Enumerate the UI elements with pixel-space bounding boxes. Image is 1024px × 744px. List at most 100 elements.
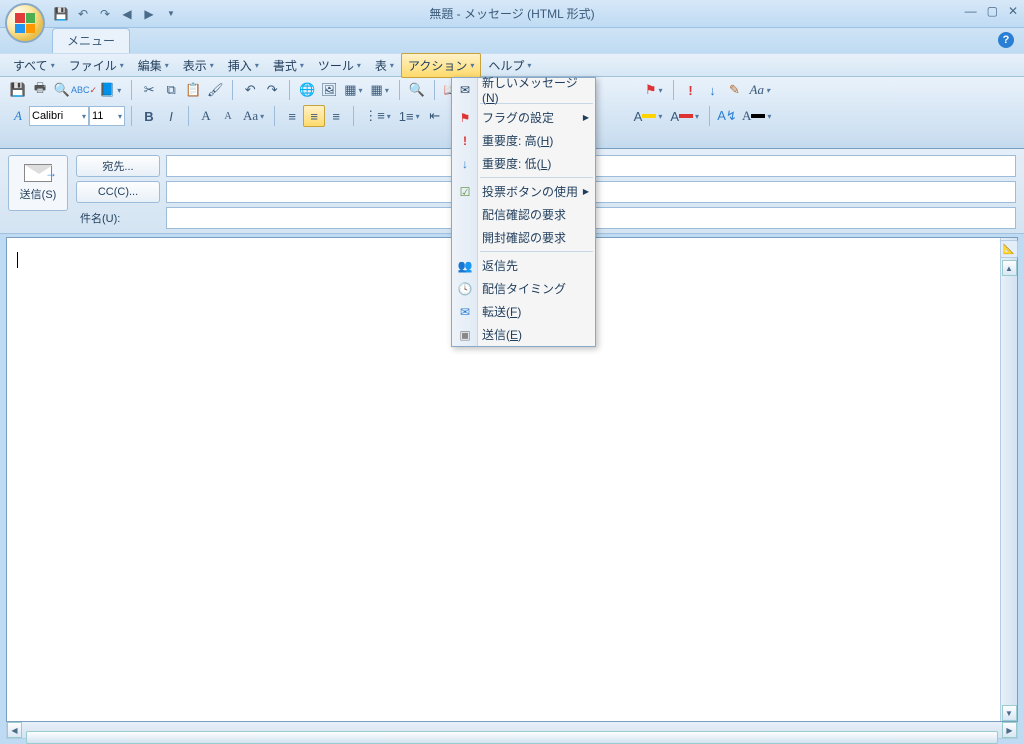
dropdown-item-label: 投票ボタンの使用 bbox=[482, 183, 578, 200]
next-icon[interactable]: ▶ bbox=[140, 5, 158, 23]
window-controls: — ▢ ✕ bbox=[965, 4, 1018, 18]
to-button[interactable]: 宛先... bbox=[76, 155, 160, 177]
scroll-up-arrow[interactable]: ▲ bbox=[1002, 260, 1017, 276]
undo-button[interactable]: ↶ bbox=[239, 79, 261, 101]
bold-button[interactable]: B bbox=[138, 105, 160, 127]
vertical-scrollbar[interactable]: 📐 ▲ ▼ bbox=[1000, 238, 1017, 721]
dropdown-item[interactable]: ⚑フラグの設定 bbox=[452, 106, 595, 129]
text-effects-button[interactable]: A▾ bbox=[738, 105, 775, 127]
menu-表示[interactable]: 表示▾ bbox=[176, 53, 221, 78]
redo-button[interactable]: ↷ bbox=[261, 79, 283, 101]
dropdown-item-icon: ✉ bbox=[456, 81, 474, 99]
dropdown-item[interactable]: 🕓配信タイミング bbox=[452, 277, 595, 300]
numbering-button[interactable]: 1≡▾ bbox=[395, 105, 424, 127]
outdent-button[interactable]: ⇤ bbox=[424, 105, 446, 127]
menu-すべて[interactable]: すべて▾ bbox=[6, 53, 62, 78]
scroll-left-arrow[interactable]: ◀ bbox=[7, 722, 22, 738]
insert-picture-button[interactable]: 🖼 bbox=[318, 79, 340, 101]
menu-挿入[interactable]: 挿入▾ bbox=[221, 53, 266, 78]
font-smallletter-button[interactable]: A bbox=[217, 105, 239, 127]
dropdown-item-label: 配信確認の要求 bbox=[482, 206, 566, 223]
dropdown-item[interactable]: ↓重要度: 低(L) bbox=[452, 152, 595, 175]
insert-hyperlink-button[interactable]: 🌐 bbox=[296, 79, 318, 101]
bullets-button[interactable]: ⋮≡▾ bbox=[360, 105, 395, 127]
dropdown-item-label: 重要度: 高(H) bbox=[482, 132, 553, 149]
importance-high-button[interactable]: ! bbox=[680, 79, 702, 101]
menu-編集[interactable]: 編集▾ bbox=[131, 53, 176, 78]
zoom-button[interactable]: 🔍 bbox=[406, 79, 428, 101]
dropdown-item-label: 返信先 bbox=[482, 257, 518, 274]
italic-button[interactable]: I bbox=[160, 105, 182, 127]
align-right-button[interactable]: ≡ bbox=[325, 105, 347, 127]
dropdown-item-label: 送信(E) bbox=[482, 326, 522, 343]
send-button[interactable]: 送信(S) bbox=[8, 155, 68, 211]
print-button[interactable]: 🖶 bbox=[29, 79, 51, 101]
ribbon-tab-row: メニュー ? bbox=[0, 28, 1024, 53]
office-logo-icon bbox=[15, 13, 35, 33]
scroll-right-arrow[interactable]: ▶ bbox=[1002, 722, 1017, 738]
dropdown-item[interactable]: ☑投票ボタンの使用 bbox=[452, 180, 595, 203]
dropdown-item[interactable]: !重要度: 高(H) bbox=[452, 129, 595, 152]
copy-button[interactable]: ⧉ bbox=[160, 79, 182, 101]
dropdown-item-icon: ▣ bbox=[456, 326, 474, 344]
dropdown-item[interactable]: ✉新しいメッセージ(N) bbox=[452, 78, 595, 101]
dropdown-item[interactable]: 👥 返信先 bbox=[452, 254, 595, 277]
menu-ツール[interactable]: ツール▾ bbox=[311, 53, 368, 78]
font-bigletter-button[interactable]: A bbox=[195, 105, 217, 127]
undo-icon[interactable]: ↶ bbox=[74, 5, 92, 23]
signature-button[interactable]: ✎ bbox=[724, 79, 746, 101]
menu-ファイル[interactable]: ファイル▾ bbox=[62, 53, 131, 78]
insert-table-button[interactable]: ▦▾ bbox=[340, 79, 366, 101]
font-glyph-icon[interactable]: A bbox=[7, 105, 29, 127]
dropdown-item[interactable]: 配信確認の要求 bbox=[452, 203, 595, 226]
close-button[interactable]: ✕ bbox=[1008, 4, 1018, 18]
highlight-color-button[interactable]: A▾ bbox=[630, 105, 667, 127]
align-left-button[interactable]: ≡ bbox=[281, 105, 303, 127]
dropdown-item[interactable]: ✉転送(F) bbox=[452, 300, 595, 323]
help-icon[interactable]: ? bbox=[998, 32, 1014, 48]
font-color-button[interactable]: A▾ bbox=[666, 105, 703, 127]
envelope-icon bbox=[24, 164, 52, 182]
dropdown-item-icon bbox=[456, 206, 474, 224]
scroll-down-arrow[interactable]: ▼ bbox=[1002, 705, 1017, 721]
font-name-selector[interactable]: Calibri ▾ bbox=[29, 106, 89, 126]
cc-button[interactable]: CC(C)... bbox=[76, 181, 160, 203]
print-preview-button[interactable]: 🔍 bbox=[51, 79, 73, 101]
text-cursor bbox=[17, 252, 18, 268]
maximize-button[interactable]: ▢ bbox=[987, 4, 998, 18]
clear-format-button[interactable]: A↯ bbox=[716, 105, 738, 127]
dropdown-item-icon: ↓ bbox=[456, 155, 474, 173]
dropdown-item-icon bbox=[456, 229, 474, 247]
dropdown-item[interactable]: ▣ 送信(E) bbox=[452, 323, 595, 346]
font-dialog-button[interactable]: Aa▾ bbox=[746, 79, 774, 101]
office-button[interactable] bbox=[5, 3, 45, 43]
menu-書式[interactable]: 書式▾ bbox=[266, 53, 311, 78]
dropdown-item-label: 配信タイミング bbox=[482, 280, 566, 297]
dropdown-item-label: 新しいメッセージ(N) bbox=[482, 74, 589, 105]
dropdown-item[interactable]: 開封確認の要求 bbox=[452, 226, 595, 249]
save-icon[interactable]: 💾 bbox=[52, 5, 70, 23]
redo-icon[interactable]: ↷ bbox=[96, 5, 114, 23]
prev-icon[interactable]: ◀ bbox=[118, 5, 136, 23]
cut-button[interactable]: ✂ bbox=[138, 79, 160, 101]
ruler-toggle-icon[interactable]: 📐 bbox=[1000, 240, 1018, 258]
font-size-selector[interactable]: 11 ▾ bbox=[89, 106, 125, 126]
spellcheck-button[interactable]: ABC✓ bbox=[73, 79, 95, 101]
save-button[interactable]: 💾 bbox=[7, 79, 29, 101]
horizontal-scrollbar[interactable]: ◀ ▶ bbox=[6, 722, 1018, 739]
change-case-button[interactable]: Aa▾ bbox=[239, 105, 268, 127]
dropdown-item-icon: 👥 bbox=[456, 257, 474, 275]
format-painter-button[interactable]: 🖌 bbox=[204, 79, 226, 101]
align-center-button[interactable]: ≡ bbox=[303, 105, 325, 127]
dropdown-item-icon: ⚑ bbox=[456, 109, 474, 127]
menu-表[interactable]: 表▾ bbox=[368, 53, 401, 78]
minimize-button[interactable]: — bbox=[965, 4, 977, 18]
paste-button[interactable]: 📋 bbox=[182, 79, 204, 101]
importance-low-button[interactable]: ↓ bbox=[702, 79, 724, 101]
insert-more-button[interactable]: ▦▾ bbox=[367, 79, 393, 101]
qat-customize-icon[interactable]: ▼ bbox=[162, 5, 180, 23]
tab-menu[interactable]: メニュー bbox=[52, 28, 130, 53]
flag-button[interactable]: ⚑▾ bbox=[641, 79, 667, 101]
dropdown-separator bbox=[480, 251, 593, 252]
research-button[interactable]: 📘▾ bbox=[95, 79, 125, 101]
